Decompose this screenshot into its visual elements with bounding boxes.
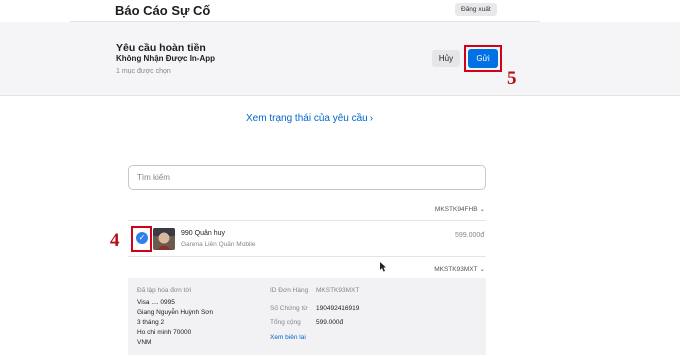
- step-4-annotation: 4: [110, 230, 120, 251]
- item-app-name: Garena Liên Quân Mobile: [181, 241, 256, 248]
- order-id-value: MKSTK93MXT: [316, 287, 360, 294]
- address-line: Giang Nguyễn Huỳnh Sơn: [137, 309, 214, 316]
- order-header-1[interactable]: MKSTK94FHB ⌄: [435, 205, 485, 213]
- document-number-value: 190492416919: [316, 305, 360, 312]
- request-header: Yêu cầu hoàn tiền Không Nhận Được In-App…: [0, 22, 680, 96]
- billed-to-label: Đã lập hóa đơn tới: [137, 287, 192, 294]
- item-name: 990 Quân huy: [181, 230, 225, 237]
- page-title: Báo Cáo Sự Cố: [115, 3, 211, 18]
- send-button[interactable]: Gửi: [468, 49, 498, 68]
- divider: [128, 220, 486, 221]
- chevron-down-icon: ⌄: [479, 206, 485, 213]
- search-input[interactable]: [128, 165, 486, 190]
- signout-button[interactable]: Đăng xuất: [455, 3, 497, 16]
- step-5-annotation: 5: [507, 68, 517, 89]
- item-price: 599.000đ: [455, 232, 485, 239]
- order-id: MKSTK94FHB: [434, 206, 478, 213]
- view-status-link[interactable]: Xem trạng thái của yêu cầu ›: [246, 113, 373, 124]
- view-status-label: Xem trạng thái của yêu cầu: [246, 113, 368, 124]
- order-id-label: ID Đơn Hàng: [270, 287, 309, 294]
- total-value: 599.000đ: [316, 319, 344, 326]
- divider: [128, 256, 486, 257]
- address-line: Visa .... 0995: [137, 299, 175, 306]
- cancel-button[interactable]: Hủy: [432, 50, 460, 67]
- checkbox-checked-icon[interactable]: ✓: [136, 232, 148, 244]
- selected-count: 1 mục được chọn: [116, 68, 171, 75]
- app-thumbnail: [153, 228, 175, 250]
- request-reason: Không Nhận Được In-App: [116, 54, 216, 63]
- total-label: Tổng cộng: [270, 319, 301, 326]
- address-line: VNM: [137, 339, 152, 346]
- view-receipt-link[interactable]: Xem biên lai: [270, 334, 306, 341]
- chevron-down-icon: ⌄: [479, 266, 485, 273]
- address-line: 3 tháng 2: [137, 319, 165, 326]
- address-line: Ho chi minh 70000: [137, 329, 192, 336]
- order-details: Đã lập hóa đơn tới Visa .... 0995 Giang …: [128, 278, 486, 355]
- document-number-label: Số Chứng từ: [270, 305, 308, 312]
- request-title: Yêu cầu hoàn tiền: [116, 42, 206, 54]
- top-bar: Báo Cáo Sự Cố Đăng xuất: [0, 0, 680, 22]
- mouse-cursor-icon: [380, 262, 386, 272]
- order-header-2[interactable]: MKSTK93MXT ⌄: [434, 265, 485, 273]
- chevron-right-icon: ›: [369, 113, 374, 124]
- order-id: MKSTK93MXT: [434, 266, 478, 273]
